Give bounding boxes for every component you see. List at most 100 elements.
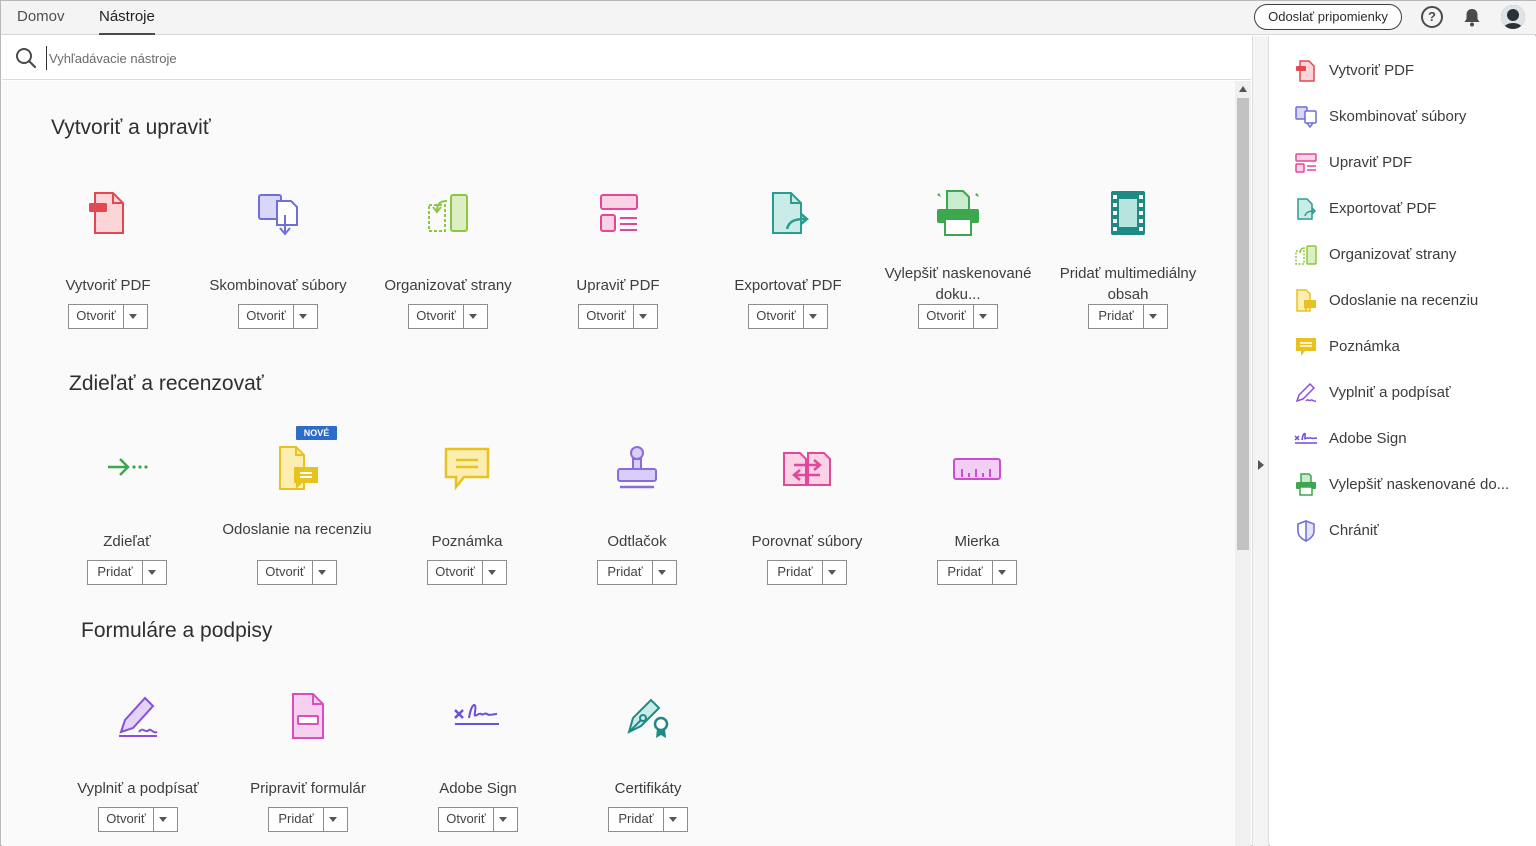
pane-item-enhance-scans[interactable]: Vylepšiť naskenované do... [1270,467,1536,503]
chevron-down-icon [148,570,156,575]
button-label: Otvoriť [409,305,464,328]
comment-icon[interactable] [442,445,492,495]
tool-name: Vyplniť a podpísať [77,780,199,797]
chevron-down-icon [979,314,987,319]
tool-name: Certifikáty [614,780,682,797]
pane-item-label: Vylepšiť naskenované do... [1329,476,1510,493]
pane-item-comment[interactable]: Poznámka [1270,329,1536,365]
pane-item-adobe-sign[interactable]: Adobe Sign [1270,421,1536,457]
pane-item-organize-pages[interactable]: Organizovať strany [1270,237,1536,273]
pane-item-fill-sign[interactable]: Vyplniť a podpísať [1270,375,1536,411]
stamp-icon[interactable] [612,445,662,495]
tab-tools[interactable]: Nástroje [99,1,155,35]
organize-pages-icon [1295,245,1317,265]
tool-name: Vytvoriť PDF [65,277,151,294]
tool-name: Porovnať súbory [751,533,863,550]
chevron-right-icon[interactable] [1258,460,1264,470]
chevron-down-icon [129,314,137,319]
pane-item-label: Organizovať strany [1329,246,1457,263]
enhance-scan-icon[interactable] [933,189,983,239]
chevron-down-icon [299,314,307,319]
create-pdf-icon [1296,60,1315,82]
right-tools-pane: Vytvoriť PDF Skombinovať súbory Upraviť … [1270,36,1536,846]
tool-name: Vylepšiť naskenované doku... [873,263,1043,305]
tool-name: Upraviť PDF [576,277,660,294]
compare-files-icon[interactable] [782,445,832,495]
edit-pdf-icon[interactable] [593,189,643,239]
chevron-down-icon [499,817,507,822]
pane-item-label: Poznámka [1329,338,1400,355]
chevron-down-icon [828,570,836,575]
scroll-up-arrow-icon[interactable] [1239,86,1247,92]
certificates-icon[interactable] [623,692,673,742]
button-label: Pridať [938,561,993,584]
open-dropdown-button[interactable]: Otvoriť [427,560,507,585]
pane-item-create-pdf[interactable]: Vytvoriť PDF [1270,53,1536,89]
button-label: Otvoriť [919,305,974,328]
pane-item-protect[interactable]: Chrániť [1270,513,1536,549]
chevron-down-icon [639,314,647,319]
prepare-form-icon[interactable] [283,692,333,742]
add-dropdown-button[interactable]: Pridať [937,560,1017,585]
open-dropdown-button[interactable]: Otvoriť [578,304,658,329]
vertical-scrollbar[interactable] [1235,81,1251,846]
pane-item-label: Vyplniť a podpísať [1329,384,1451,401]
adobe-sign-icon[interactable] [453,692,503,742]
add-dropdown-button[interactable]: Pridať [268,807,348,832]
tool-name: Pripraviť formulár [250,780,366,797]
combine-files-icon[interactable] [253,189,303,239]
scrollbar-thumb[interactable] [1237,98,1249,550]
chevron-down-icon [658,570,666,575]
search-input[interactable] [46,46,646,70]
pane-item-combine-files[interactable]: Skombinovať súbory [1270,99,1536,135]
add-dropdown-button[interactable]: Pridať [1088,304,1168,329]
tool-name: Organizovať strany [384,277,512,294]
top-bar: Domov Nástroje Odoslať pripomienky ? [1,1,1536,35]
organize-pages-icon[interactable] [423,189,473,239]
tab-home[interactable]: Domov [17,1,65,35]
open-dropdown-button[interactable]: Otvoriť [438,807,518,832]
pane-item-edit-pdf[interactable]: Upraviť PDF [1270,145,1536,181]
chevron-down-icon [488,570,496,575]
add-dropdown-button[interactable]: Pridať [608,807,688,832]
measure-icon[interactable] [952,445,1002,495]
button-label: Pridať [269,808,324,831]
open-dropdown-button[interactable]: Otvoriť [238,304,318,329]
button-label: Pridať [598,561,653,584]
pane-item-send-for-review[interactable]: Odoslanie na recenziu [1270,283,1536,319]
button-label: Otvoriť [99,808,154,831]
share-icon[interactable] [102,445,152,495]
add-dropdown-button[interactable]: Pridať [87,560,167,585]
chevron-down-icon [329,817,337,822]
open-dropdown-button[interactable]: Otvoriť [918,304,998,329]
enhance-scan-icon [1296,473,1316,496]
open-dropdown-button[interactable]: Otvoriť [68,304,148,329]
pane-item-export-pdf[interactable]: Exportovať PDF [1270,191,1536,227]
export-pdf-icon[interactable] [763,189,813,239]
send-for-review-icon[interactable] [272,445,322,495]
search-icon [16,48,37,69]
export-pdf-icon [1297,198,1317,220]
button-label: Pridať [88,561,143,584]
send-feedback-button[interactable]: Odoslať pripomienky [1254,4,1402,30]
pane-item-label: Chrániť [1329,522,1379,539]
open-dropdown-button[interactable]: Otvoriť [98,807,178,832]
send-for-review-icon [1296,289,1316,312]
open-dropdown-button[interactable]: Otvoriť [408,304,488,329]
tool-search-bar [2,36,1251,80]
pane-item-label: Adobe Sign [1329,430,1407,447]
create-pdf-icon[interactable] [83,189,133,239]
right-pane-toggle[interactable] [1252,36,1269,846]
add-dropdown-button[interactable]: Pridať [767,560,847,585]
combine-files-icon [1295,106,1317,129]
fill-sign-icon[interactable] [113,692,163,742]
open-dropdown-button[interactable]: Otvoriť [257,560,337,585]
add-dropdown-button[interactable]: Pridať [597,560,677,585]
open-dropdown-button[interactable]: Otvoriť [748,304,828,329]
avatar[interactable] [1501,5,1525,29]
question-circle-icon[interactable]: ? [1421,6,1443,28]
rich-media-icon[interactable] [1103,189,1153,239]
tool-name-text: Vylepšiť naskenované doku... [884,265,1032,303]
bell-icon[interactable] [1461,6,1483,28]
button-label: Otvoriť [258,561,313,584]
